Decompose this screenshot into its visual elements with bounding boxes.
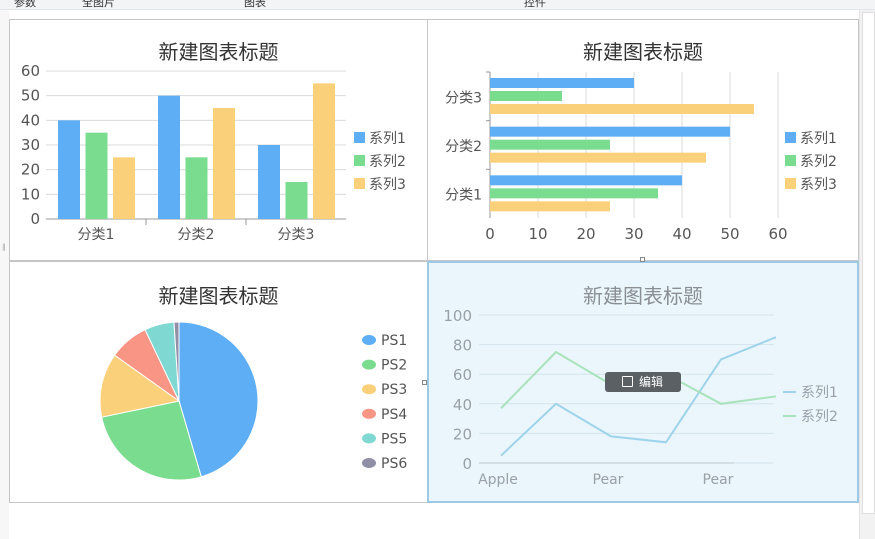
bar [490,91,562,101]
y-tick-label: 60 [21,62,40,80]
x-tick-label: 30 [624,225,643,243]
top-toolbar: 参数 全图片 图表 控件 [0,0,875,10]
bar [490,78,634,88]
bar [490,126,730,137]
bar [490,139,610,150]
legend-swatch [362,433,376,444]
x-tick-label: 分类3 [278,227,315,243]
legend-swatch [362,408,376,419]
legend-swatch [354,155,365,166]
y-tick-label: 60 [453,366,472,384]
bar [158,95,180,219]
drag-grip-icon[interactable]: ‖ [2,243,6,251]
y-tick-label: 分类3 [445,90,482,106]
legend-swatch [362,335,376,345]
toolbar-label-image[interactable]: 全图片 [82,0,115,10]
x-tick-label: Apple [478,472,518,488]
legend-swatch [354,178,365,189]
x-tick-label: 0 [485,225,495,243]
legend-label: 系列1 [369,131,406,147]
bar [258,145,280,219]
chart-panel-pie[interactable]: 新建图表标题 PS1 PS2 PS3 PS4 PS5 PS6 [9,261,428,503]
vertical-scrollbar[interactable] [859,10,875,539]
resize-handle[interactable] [422,380,427,385]
legend-swatch [362,458,376,468]
legend-label: PS6 [381,456,407,472]
edit-button-label: 编辑 [639,375,664,389]
y-tick-label: 分类2 [445,139,482,155]
bar [490,188,658,199]
bar [58,120,80,219]
bar [490,104,754,114]
scrollbar-thumb[interactable] [862,12,875,514]
bar [213,108,235,219]
bar [285,182,308,219]
legend-swatch [362,384,376,395]
x-tick-label: Pear [593,472,624,488]
y-tick-label: 0 [30,210,40,228]
x-tick-label: 20 [576,225,595,243]
legend-label: 系列3 [800,177,837,193]
bar [490,175,682,186]
y-tick-label: 40 [453,396,472,414]
legend-label: PS3 [381,382,407,398]
bar [313,83,335,219]
y-tick-label: 分类1 [445,188,482,204]
toolbar-label-params[interactable]: 参数 [14,0,36,10]
bar-chart-svg: 0 10 20 30 40 50 60 分类1 分类2 分类3 系列1 系列2 系列3 [445,71,837,243]
bar [113,157,135,219]
series-line [500,336,777,457]
y-tick-label: 40 [21,111,40,129]
x-tick-label: 60 [768,225,787,243]
edit-icon [622,376,633,387]
legend-label: PS1 [381,333,407,349]
legend-label: PS5 [381,431,407,447]
x-tick-label: 40 [672,225,691,243]
y-tick-label: 20 [21,161,40,179]
pie-chart-svg: PS1 PS2 PS3 PS4 PS5 PS6 [99,321,407,481]
legend-label: 系列2 [800,154,837,170]
edit-button[interactable]: 编辑 [605,372,681,392]
y-tick-label: 100 [443,307,472,325]
y-tick-label: 80 [453,337,472,355]
x-tick-label: 分类2 [178,227,215,243]
legend-swatch [785,132,796,143]
y-tick-label: 30 [21,136,40,154]
x-tick-label: 分类1 [78,227,115,243]
legend-label: 系列2 [369,154,406,170]
legend-swatch [354,132,365,143]
y-tick-label: 20 [453,425,472,443]
legend-label: 系列2 [801,409,838,425]
y-tick-label: 0 [462,455,472,473]
legend-swatch [785,155,796,166]
bar [185,157,208,219]
chart-panel-column[interactable]: 新建图表标题 0 10 20 30 40 50 60 分类1 分类2 分类3 系列1 系列2 系列3 [9,19,428,261]
bar [490,201,610,212]
toolbar-label-chart[interactable]: 图表 [244,0,266,10]
chart-panel-bar[interactable]: 新建图表标题 0 10 20 30 40 50 60 分类1 分类2 分类3 系列1 系列2 系列3 [427,19,859,261]
toolbar-label-widget[interactable]: 控件 [524,0,546,10]
legend-label: PS4 [381,407,407,423]
legend-label: 系列1 [800,131,837,147]
bar [85,132,108,219]
x-tick-label: 10 [528,225,547,243]
legend-label: 系列1 [801,385,838,401]
legend-swatch [362,359,376,370]
column-chart-svg: 0 10 20 30 40 50 60 分类1 分类2 分类3 系列1 系列2 系列3 [21,62,406,243]
legend-label: 系列3 [369,177,406,193]
bar [490,152,706,163]
left-gutter: ‖ [0,10,9,539]
resize-handle[interactable] [640,257,645,262]
legend-swatch [785,178,796,189]
x-tick-label: Pear [703,472,734,488]
legend-label: PS2 [381,358,407,374]
x-tick-label: 50 [720,225,739,243]
y-tick-label: 10 [21,185,40,203]
y-tick-label: 50 [21,87,40,105]
